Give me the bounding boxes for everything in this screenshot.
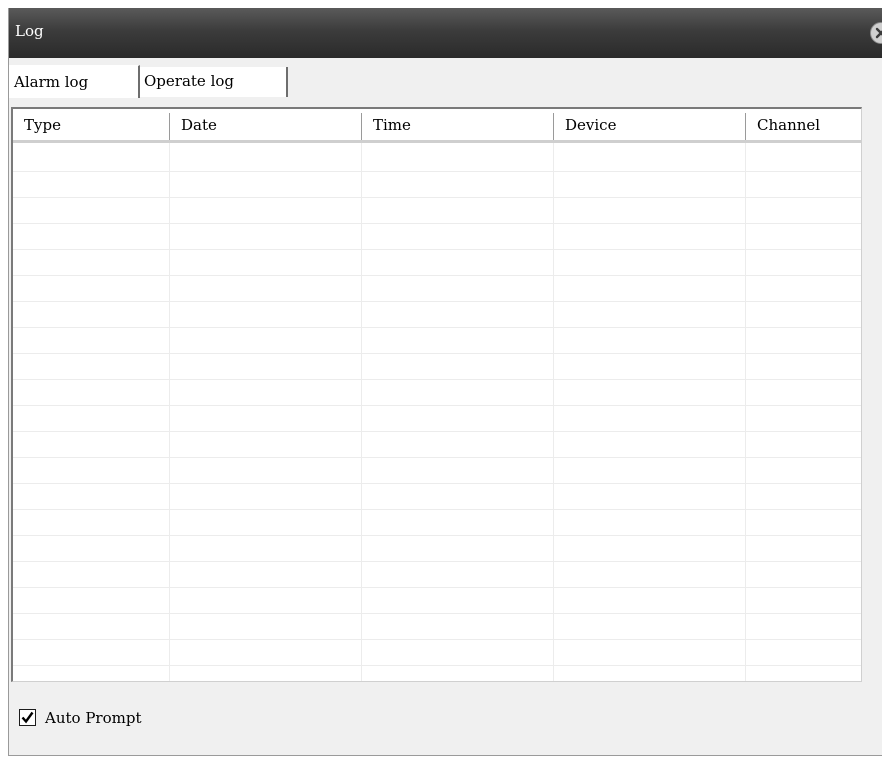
table-row[interactable] <box>13 406 861 432</box>
table-row[interactable] <box>13 250 861 276</box>
table-row[interactable] <box>13 380 861 406</box>
table-row[interactable] <box>13 666 861 681</box>
table-row[interactable] <box>13 432 861 458</box>
column-header-date[interactable]: Date <box>170 109 361 140</box>
table-row[interactable] <box>13 172 861 198</box>
table-row[interactable] <box>13 276 861 302</box>
column-header-channel[interactable]: Channel <box>746 109 861 140</box>
auto-prompt-checkbox[interactable] <box>19 709 36 726</box>
table-row[interactable] <box>13 484 861 510</box>
close-icon <box>875 27 882 39</box>
column-header-type[interactable]: Type <box>13 109 169 140</box>
table-row[interactable] <box>13 562 861 588</box>
table-row[interactable] <box>13 224 861 250</box>
table-row[interactable] <box>13 640 861 666</box>
table-row[interactable] <box>13 510 861 536</box>
table-row[interactable] <box>13 198 861 224</box>
title-bar[interactable]: Log <box>9 8 882 58</box>
table-row[interactable] <box>13 354 861 380</box>
table-row[interactable] <box>13 588 861 614</box>
log-table[interactable]: Type Date Time Device Channel <box>11 107 862 682</box>
log-window: Log Alarm log Operate log Type Date Time… <box>8 8 882 756</box>
table-row[interactable] <box>13 302 861 328</box>
tab-operate-log[interactable]: Operate log <box>140 67 288 97</box>
checkmark-icon <box>21 711 34 724</box>
table-row[interactable] <box>13 536 861 562</box>
table-row[interactable] <box>13 458 861 484</box>
table-row[interactable] <box>13 328 861 354</box>
table-row[interactable] <box>13 614 861 640</box>
column-header-time[interactable]: Time <box>362 109 553 140</box>
window-title: Log <box>15 22 44 40</box>
table-header: Type Date Time Device Channel <box>13 109 861 143</box>
column-header-device[interactable]: Device <box>554 109 745 140</box>
table-row[interactable] <box>13 146 861 172</box>
auto-prompt-label[interactable]: Auto Prompt <box>45 708 141 728</box>
tab-alarm-log[interactable]: Alarm log <box>9 65 140 98</box>
